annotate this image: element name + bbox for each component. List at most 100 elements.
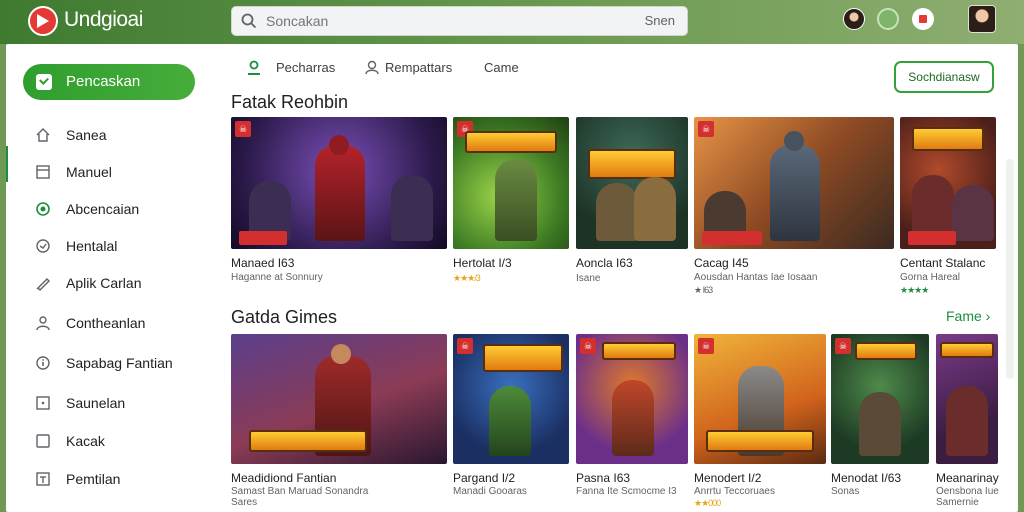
sidebar-item-7[interactable]: Saunelan (6, 388, 206, 418)
sidebar-item-label: Aplik Carlan (66, 275, 142, 291)
game-meta: Sonas (831, 486, 860, 497)
game-thumbnail (900, 117, 996, 249)
status-icon[interactable] (877, 8, 899, 30)
game-thumbnail (231, 334, 447, 464)
search-scope[interactable]: Snen (645, 13, 675, 28)
hero-figure (315, 145, 365, 241)
game-logo-banner (855, 342, 917, 360)
square-dot-icon (36, 396, 50, 410)
game-logo-banner (940, 342, 994, 358)
game-title: Meadidiond Fantian (231, 471, 337, 485)
sidebar-item-1[interactable]: Manuel (6, 157, 206, 187)
chip-label: Rempattars (385, 60, 453, 75)
chip-2[interactable]: Came (484, 56, 534, 80)
sidebar-item-label: Kacak (66, 433, 105, 449)
game-meta: Samast Ban Maruad Sonandra (231, 486, 369, 497)
person-icon (36, 316, 50, 331)
game-thumbnail: ☠ (231, 117, 447, 249)
subscribe-button[interactable]: Sochdianasw (894, 61, 994, 93)
search-input[interactable] (266, 11, 626, 31)
check-box-icon (36, 74, 52, 90)
sidebar: Pencaskan Sanea Manuel Abcencaian Hental… (6, 44, 216, 512)
chip-label: Came (484, 60, 519, 75)
sidebar-item-2[interactable]: Abcencaian (6, 194, 206, 224)
game-logo-banner (912, 127, 984, 151)
game-title: Menodert I/2 (694, 471, 762, 485)
chip-0[interactable]: Pecharras (246, 56, 341, 80)
sidebar-item-label: Hentalal (66, 238, 118, 254)
game-logo-banner (249, 430, 367, 452)
game-meta: Manadi Gooaras (453, 486, 527, 497)
target-icon (36, 202, 50, 216)
chip-label: Pecharras (276, 60, 336, 75)
section-title: Gatda Gimes (231, 307, 338, 327)
game-thumbnail: ☠ (576, 334, 688, 464)
sidebar-item-5[interactable]: Contheanlan (6, 308, 206, 338)
badge-icon: ☠ (698, 338, 714, 354)
game-thumbnail: ☠ (453, 334, 569, 464)
hero-figure (859, 392, 901, 456)
game-logo-banner (602, 342, 676, 360)
sidebar-item-label: Sanea (66, 127, 107, 143)
main-panel: Pencaskan Sanea Manuel Abcencaian Hental… (6, 44, 1018, 512)
game-title: Cacag I45 (694, 256, 749, 270)
game-title: Hertolat I/3 (453, 256, 512, 270)
game-logo-banner (483, 344, 563, 372)
game-title: Pargand I/2 (453, 471, 516, 485)
scrollbar[interactable] (1006, 159, 1014, 379)
game-meta-secondary: Sares (231, 497, 258, 508)
sidebar-item-8[interactable]: Kacak (6, 426, 206, 456)
game-meta: Haganne at Sonnury (231, 272, 323, 283)
badge-icon: ☠ (235, 121, 251, 137)
hero-figure (946, 386, 988, 456)
hero-figure (634, 177, 676, 241)
sidebar-item-label: Saunelan (66, 395, 126, 411)
see-more-link[interactable]: Fame › (946, 308, 990, 324)
home-icon (36, 128, 50, 142)
profile-mini-icon[interactable] (843, 8, 865, 30)
search-icon (241, 13, 257, 29)
game-title: Centant Stalanc (900, 256, 986, 270)
top-bar: Undgioai Snen (0, 0, 1024, 44)
sidebar-item-active[interactable]: Pencaskan (23, 64, 195, 100)
sidebar-item-label: Abcencaian (66, 201, 140, 217)
hero-head (331, 344, 351, 364)
sidebar-item-4[interactable]: Aplik Carlan (6, 268, 206, 298)
square-icon (36, 434, 50, 448)
notification-icon[interactable] (912, 8, 934, 30)
enemy-figure (391, 175, 433, 241)
game-title: Menodat I/63 (831, 471, 902, 485)
sidebar-item-label: Sapabag Fantian (66, 355, 173, 371)
search-bar[interactable]: Snen (231, 6, 688, 36)
hero-figure (770, 145, 820, 241)
game-meta: Oensbona Iue (936, 486, 999, 497)
app-brand: Undgioai (64, 8, 143, 31)
sidebar-item-0[interactable]: Sanea (6, 120, 206, 150)
game-thumbnail: ☠ (694, 334, 826, 464)
game-logo-banner (465, 131, 557, 153)
gauge-icon (36, 239, 50, 253)
game-thumbnail (936, 334, 998, 464)
chip-1[interactable]: Rempattars (364, 56, 464, 80)
hero-figure (495, 159, 537, 241)
game-thumbnail: ☠ (831, 334, 929, 464)
sidebar-item-6[interactable]: Sapabag Fantian (6, 348, 206, 378)
sidebar-item-label: Pencaskan (66, 73, 141, 90)
app-logo-icon[interactable] (28, 6, 58, 36)
user-avatar[interactable] (968, 5, 996, 33)
game-thumbnail: ☠ (694, 117, 894, 249)
game-meta-secondary: Samernie (936, 497, 979, 508)
sidebar-item-9[interactable]: Pemtilan (6, 464, 206, 494)
sidebar-item-label: Manuel (66, 164, 112, 180)
game-thumbnail: ☠ (453, 117, 569, 249)
sidebar-item-3[interactable]: Hentalal (6, 231, 206, 261)
user-outline-icon (365, 60, 379, 75)
game-rating: ★★★★ (900, 285, 929, 295)
game-thumbnail (576, 117, 688, 249)
text-box-icon (36, 472, 50, 486)
hero-head (784, 131, 804, 151)
section-title: Fatak Reohbin (231, 92, 349, 112)
game-logo-banner (588, 149, 676, 179)
hero-figure (952, 185, 994, 241)
monitor-icon (36, 165, 50, 179)
